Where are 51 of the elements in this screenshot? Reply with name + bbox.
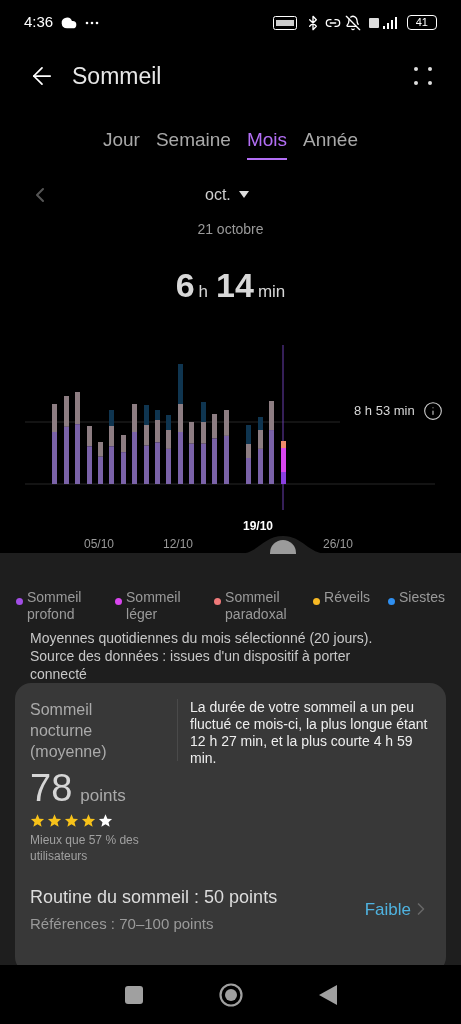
bar: [121, 435, 126, 484]
duration-hours: 6: [175, 265, 195, 306]
score-value: 78: [30, 768, 73, 808]
more-icon: [85, 20, 100, 25]
more-icon[interactable]: [413, 66, 433, 86]
bar: [98, 442, 103, 484]
legend-label: Sommeil profond: [27, 588, 83, 623]
bar: [87, 426, 92, 484]
card-title: Sommeil nocturne (moyenne): [30, 700, 108, 762]
tab[interactable]: Semaine: [155, 121, 231, 161]
reference-label: 8 h 53 min: [354, 402, 415, 421]
tab[interactable]: Année: [303, 121, 358, 161]
data-note: Moyennes quotidiennes du mois sélectionné (20 jours). Source des données : issues d'un dispositif à porter connecté: [29, 629, 374, 683]
info-icon[interactable]: [422, 401, 443, 421]
rating-label[interactable]: Faible: [364, 896, 411, 922]
date-label: 21 octobre: [197, 221, 264, 237]
selected-bar: [281, 441, 286, 484]
legend-label: Réveils: [324, 588, 370, 606]
metric-title: Routine du sommeil : 50 points: [30, 885, 279, 909]
bar: [212, 414, 217, 484]
page-title: Sommeil: [72, 61, 162, 91]
bar: [258, 417, 263, 484]
recents-icon[interactable]: [124, 985, 143, 1004]
caret-icon[interactable]: [238, 191, 249, 198]
axis-label: 12/10: [163, 536, 194, 553]
legend-label: Sommeil léger: [126, 588, 182, 623]
home-icon[interactable]: [218, 982, 243, 1007]
score-unit: points: [80, 785, 126, 807]
clock: 4:36: [24, 12, 54, 33]
hours-unit: h: [198, 281, 209, 303]
axis-label: 19/10: [243, 518, 274, 535]
back-icon[interactable]: [318, 984, 337, 1005]
bar: [166, 415, 171, 484]
battery-icon: 41: [406, 15, 437, 30]
legend-label: Sommeil paradoxal: [225, 588, 288, 623]
summary-text: La durée de votre sommeil a un peu fluctué ce mois-ci, la plus longue étant 12 h 27 min, et la plus courte 4 h 59 min.: [190, 699, 429, 768]
comparison-text: Mieux que 57 % des utilisateurs: [30, 831, 140, 864]
duration-minutes: 14: [216, 265, 254, 306]
tab[interactable]: Mois: [246, 121, 288, 161]
metric-reference: Références : 70–100 points: [30, 913, 215, 934]
bell-off-icon: [344, 14, 361, 31]
month-selector[interactable]: oct.: [205, 182, 249, 207]
bar: [246, 425, 251, 484]
vpn-icon: [272, 15, 297, 30]
tab[interactable]: Jour: [102, 121, 140, 161]
minutes-unit: min: [257, 281, 286, 303]
signal-icon: [368, 15, 399, 30]
axis-label: 26/10: [323, 536, 354, 553]
bar: [189, 422, 194, 484]
axis-label: 05/10: [84, 536, 115, 553]
legend-label: Siestes: [399, 588, 445, 606]
